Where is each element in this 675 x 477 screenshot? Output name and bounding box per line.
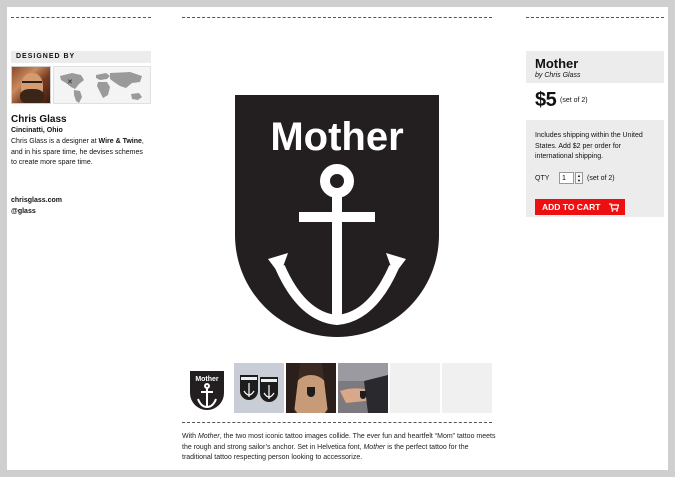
thumbnail-4[interactable] xyxy=(338,363,388,413)
thumbnail-5 xyxy=(390,363,440,413)
shipping-note: Includes shipping within the United Stat… xyxy=(535,132,643,160)
page: DESIGNED BY ✕ Chris Glass Cincinatti, Oh… xyxy=(7,7,668,470)
designer-company-link[interactable]: Wire & Twine xyxy=(99,138,142,145)
product-designer[interactable]: by Chris Glass xyxy=(535,72,581,79)
thumbnail-3[interactable] xyxy=(286,363,336,413)
price-note: (set of 2) xyxy=(560,97,588,104)
designer-name[interactable]: Chris Glass xyxy=(11,114,67,125)
thumbnail-1-text: Mother xyxy=(195,376,219,383)
badge-text: Mother xyxy=(270,115,403,159)
description-part-1: With xyxy=(182,433,198,440)
designer-location-map[interactable]: ✕ xyxy=(53,66,151,104)
right-column-rule xyxy=(526,17,664,18)
description-rule xyxy=(182,422,492,423)
cart-icon xyxy=(609,203,619,212)
add-to-cart-label: ADD TO CART xyxy=(542,202,601,212)
svg-text:✕: ✕ xyxy=(67,78,73,86)
quantity-label: QTY xyxy=(535,175,550,182)
designer-bio-prefix: Chris Glass is a designer at xyxy=(11,138,99,145)
designer-twitter-link[interactable]: @glass xyxy=(11,208,36,215)
quantity-stepper[interactable]: ▲ ▼ xyxy=(575,172,583,184)
designer-location: Cincinatti, Ohio xyxy=(11,127,63,134)
product-title: Mother xyxy=(535,56,579,71)
center-column-rule xyxy=(182,17,492,18)
designer-website-link[interactable]: chrisglass.com xyxy=(11,197,62,204)
purchase-panel: Mother by Chris Glass $5 (set of 2) Incl… xyxy=(526,51,664,217)
thumbnail-6 xyxy=(442,363,492,413)
product-description: With Mother, the two most iconic tattoo … xyxy=(182,432,498,464)
left-column-rule xyxy=(11,17,151,18)
description-title-2: Mother xyxy=(363,443,386,451)
quantity-note: (set of 2) xyxy=(587,175,615,182)
product-price: $5 xyxy=(535,89,557,111)
quantity-input[interactable] xyxy=(559,172,574,184)
thumbnail-strip: Mother xyxy=(182,363,492,413)
product-main-image[interactable]: Mother xyxy=(182,45,492,355)
price-row: $5 (set of 2) xyxy=(526,83,664,120)
thumbnail-2[interactable] xyxy=(234,363,284,413)
designed-by-heading: DESIGNED BY xyxy=(11,51,151,63)
designer-bio: Chris Glass is a designer at Wire & Twin… xyxy=(11,137,146,169)
designer-avatar[interactable] xyxy=(11,66,51,104)
thumbnail-1[interactable]: Mother xyxy=(182,363,232,413)
description-title-1: Mother xyxy=(197,433,220,440)
add-to-cart-button[interactable]: ADD TO CART xyxy=(535,199,625,215)
